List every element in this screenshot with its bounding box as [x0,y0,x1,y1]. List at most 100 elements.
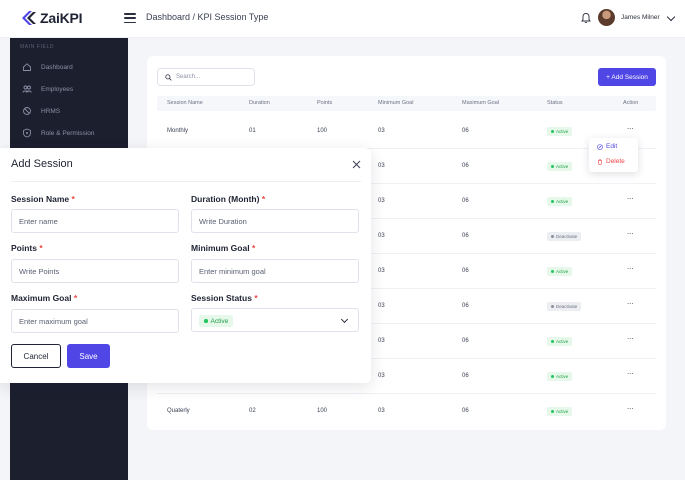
row-action-menu-icon[interactable]: ··· [623,300,637,310]
status-badge: Deactivate [547,302,582,311]
breadcrumb-root[interactable]: Dashboard [146,12,190,22]
search-icon [165,73,172,81]
column-header-action: Action [623,100,639,106]
status-badge-label: Active [556,164,569,169]
users-icon [22,85,32,93]
table-header: Session Name Duration Points Minimum Goa… [157,96,656,111]
status-badge: Deactivate [547,232,582,241]
avatar[interactable] [598,9,615,26]
status-badge: Active [547,162,573,171]
cancel-button[interactable]: Cancel [11,344,61,368]
edit-menu-item[interactable]: Edit [597,143,617,150]
bell-icon[interactable] [580,12,592,24]
required-mark: * [39,243,43,253]
column-header-duration: Duration [249,100,270,106]
sidebar-item-label: HRMS [41,107,61,115]
row-action-menu-icon[interactable]: ··· [623,125,637,135]
table-row: Quaterly 02 100 03 06 Active ··· [157,394,656,429]
sidebar-item-dashboard[interactable]: Dashboard [22,60,73,74]
cell-session-name: Monthly [167,128,189,134]
sidebar-item-label: Employees [41,85,74,93]
status-badge: Active [547,267,573,276]
cell-minimum-goal: 03 [378,338,385,344]
cell-maximum-goal: 06 [462,303,469,309]
cell-minimum-goal: 03 [378,268,385,274]
column-header-maximum-goal: Maximum Goal [462,100,499,106]
session-status-label: Session Status * [191,293,258,303]
modal-title: Add Session [11,158,73,170]
session-name-input[interactable] [11,209,179,233]
status-badge-label: Active [556,374,569,379]
status-badge: Active [547,197,573,206]
hrms-icon [23,107,31,115]
search-box[interactable]: Search... [157,68,255,86]
duration-input[interactable] [191,209,359,233]
status-badge-label: Active [556,199,569,204]
cell-maximum-goal: 06 [462,408,469,414]
maximum-goal-input[interactable] [11,309,179,333]
status-badge-label: Active [556,269,569,274]
required-mark: * [254,293,258,303]
session-status-select[interactable]: Active [191,308,359,332]
column-header-minimum-goal: Minimum Goal [378,100,414,106]
points-input[interactable] [11,259,179,283]
cell-maximum-goal: 06 [462,163,469,169]
status-badge-label: Active [556,339,569,344]
cell-maximum-goal: 06 [462,128,469,134]
shield-icon [23,128,31,138]
user-name[interactable]: James Milner [621,14,660,21]
save-button[interactable]: Save [67,344,110,368]
close-icon[interactable] [352,160,361,169]
trash-icon [598,159,602,165]
status-badge: Active [547,372,573,381]
cell-maximum-goal: 06 [462,338,469,344]
edit-label: Edit [606,143,618,150]
cell-maximum-goal: 06 [462,233,469,239]
sidebar-item-employees[interactable]: Employees [22,82,73,96]
status-badge: Active [547,127,573,136]
cell-points: 100 [317,408,328,414]
maximum-goal-label: Maximum Goal * [11,293,78,303]
column-header-points: Points [317,100,333,106]
status-badge-label: Deactivate [556,234,578,239]
row-action-menu-icon[interactable]: ··· [623,335,637,345]
top-header: ZaiKPI Dashboard / KPI Session Type Jame… [0,0,685,38]
required-mark: * [71,194,75,204]
cell-minimum-goal: 03 [378,233,385,239]
row-action-menu-icon[interactable]: ··· [623,230,637,240]
required-mark: * [73,293,78,303]
points-label: Points * [11,243,43,253]
column-header-session-name: Session Name [167,100,203,106]
delete-menu-item[interactable]: Delete [597,158,625,165]
cell-duration: 02 [249,408,256,414]
modal-divider [11,181,361,182]
duration-label: Duration (Month) * [191,194,266,204]
cell-maximum-goal: 06 [462,373,469,379]
status-badge: Active [547,337,573,346]
menu-toggle-icon[interactable] [124,12,136,24]
status-chip-label: Active [210,317,229,325]
row-action-menu-icon[interactable]: ··· [623,370,637,380]
row-context-menu: Edit Delete [589,138,638,172]
sidebar-item-hrms[interactable]: HRMS [22,104,60,118]
table-row: Monthly 01 100 03 06 Active ··· [157,114,656,149]
cell-minimum-goal: 03 [378,303,385,309]
add-session-button[interactable]: + Add Session [598,68,656,86]
row-action-menu-icon[interactable]: ··· [623,265,637,275]
cell-minimum-goal: 03 [378,408,385,414]
breadcrumb: Dashboard / KPI Session Type [146,12,268,22]
row-action-menu-icon[interactable]: ··· [623,405,637,415]
column-header-status: Status [547,100,563,106]
required-mark: * [251,243,256,253]
row-action-menu-icon[interactable]: ··· [623,195,637,205]
minimum-goal-input[interactable] [191,259,359,283]
cell-minimum-goal: 03 [378,163,385,169]
chevron-down-icon[interactable] [666,12,676,22]
sidebar-item-role-permission[interactable]: Role & Permission [22,126,94,140]
delete-label: Delete [606,158,625,165]
chevron-down-icon [340,315,349,324]
cell-minimum-goal: 03 [378,373,385,379]
logo[interactable]: ZaiKPI [20,9,83,27]
logo-mark-icon [22,11,36,25]
cell-points: 100 [317,128,328,134]
